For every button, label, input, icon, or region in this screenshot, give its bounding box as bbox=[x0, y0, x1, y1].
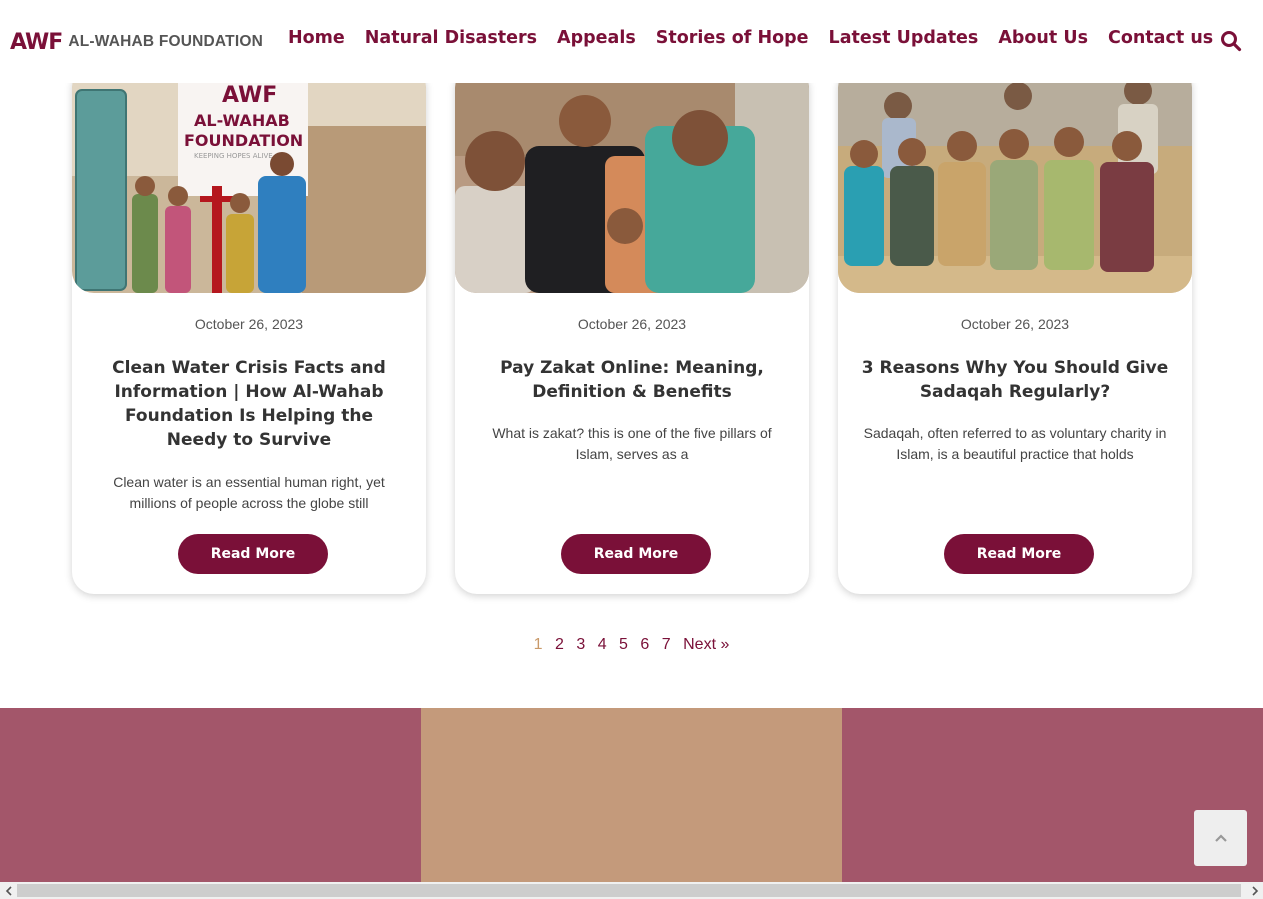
banner-line3: KEEPING HOPES ALIVE bbox=[194, 152, 273, 160]
post-image[interactable] bbox=[838, 66, 1192, 293]
banner-logo: AWF bbox=[222, 83, 277, 108]
post-card: October 26, 2023 Pay Zakat Online: Meani… bbox=[455, 66, 809, 594]
page-link-2[interactable]: 2 bbox=[555, 636, 564, 654]
main-nav: Home Natural Disasters Appeals Stories o… bbox=[288, 28, 1213, 48]
search-icon bbox=[1221, 31, 1242, 52]
page-link-4[interactable]: 4 bbox=[598, 636, 607, 654]
post-date: October 26, 2023 bbox=[194, 316, 304, 332]
banner-line2: FOUNDATION bbox=[184, 131, 303, 150]
post-title[interactable]: Clean Water Crisis Facts and Information… bbox=[92, 356, 406, 452]
nav-about-us[interactable]: About Us bbox=[998, 28, 1088, 48]
scroll-to-top-button[interactable] bbox=[1194, 810, 1247, 866]
page-next[interactable]: Next » bbox=[683, 636, 729, 654]
scrollbar-thumb[interactable] bbox=[17, 884, 1241, 897]
chevron-right-icon bbox=[1251, 885, 1258, 896]
banner-line1: AL-WAHAB bbox=[194, 111, 290, 130]
site-logo[interactable]: AWF AL-WAHAB FOUNDATION bbox=[10, 28, 263, 56]
read-more-button[interactable]: Read More bbox=[944, 534, 1094, 574]
search-button[interactable] bbox=[1220, 30, 1242, 52]
page-link-7[interactable]: 7 bbox=[662, 636, 671, 654]
post-date: October 26, 2023 bbox=[577, 316, 687, 332]
scroll-left-arrow[interactable] bbox=[0, 882, 17, 899]
footer-block bbox=[421, 708, 842, 882]
read-more-button[interactable]: Read More bbox=[561, 534, 711, 574]
nav-latest-updates[interactable]: Latest Updates bbox=[829, 28, 979, 48]
page-link-5[interactable]: 5 bbox=[619, 636, 628, 654]
nav-contact-us[interactable]: Contact us bbox=[1108, 28, 1213, 48]
logo-text: AL-WAHAB FOUNDATION bbox=[68, 33, 263, 50]
read-more-button[interactable]: Read More bbox=[178, 534, 328, 574]
nav-stories-of-hope[interactable]: Stories of Hope bbox=[656, 28, 809, 48]
post-date: October 26, 2023 bbox=[960, 316, 1070, 332]
nav-appeals[interactable]: Appeals bbox=[557, 28, 636, 48]
post-excerpt: Sadaqah, often referred to as voluntary … bbox=[863, 425, 1167, 462]
chevron-up-icon bbox=[1214, 834, 1227, 842]
footer-block bbox=[0, 708, 421, 882]
post-title[interactable]: Pay Zakat Online: Meaning, Definition & … bbox=[475, 356, 789, 404]
post-card: October 26, 2023 3 Reasons Why You Shoul… bbox=[838, 66, 1192, 594]
post-excerpt: What is zakat? this is one of the five p… bbox=[492, 425, 772, 462]
post-card: AWF AL-WAHAB FOUNDATION KEEPING HOPES AL… bbox=[72, 66, 426, 594]
page-link-3[interactable]: 3 bbox=[576, 636, 585, 654]
horizontal-scrollbar[interactable] bbox=[0, 882, 1263, 899]
logo-mark: AWF bbox=[10, 29, 63, 55]
nav-home[interactable]: Home bbox=[288, 28, 345, 48]
post-excerpt: Clean water is an essential human right,… bbox=[113, 474, 385, 511]
page-current: 1 bbox=[533, 636, 543, 653]
page-link-6[interactable]: 6 bbox=[640, 636, 649, 654]
post-title[interactable]: 3 Reasons Why You Should Give Sadaqah Re… bbox=[858, 356, 1172, 404]
site-header: AWF AL-WAHAB FOUNDATION Home Natural Dis… bbox=[0, 0, 1263, 83]
nav-natural-disasters[interactable]: Natural Disasters bbox=[365, 28, 537, 48]
post-image[interactable]: AWF AL-WAHAB FOUNDATION KEEPING HOPES AL… bbox=[72, 66, 426, 293]
pagination: 1 2 3 4 5 6 7 Next » bbox=[0, 636, 1263, 654]
footer-blocks bbox=[0, 708, 1263, 882]
chevron-left-icon bbox=[5, 885, 12, 896]
post-image[interactable] bbox=[455, 66, 809, 293]
scroll-right-arrow[interactable] bbox=[1246, 882, 1263, 899]
